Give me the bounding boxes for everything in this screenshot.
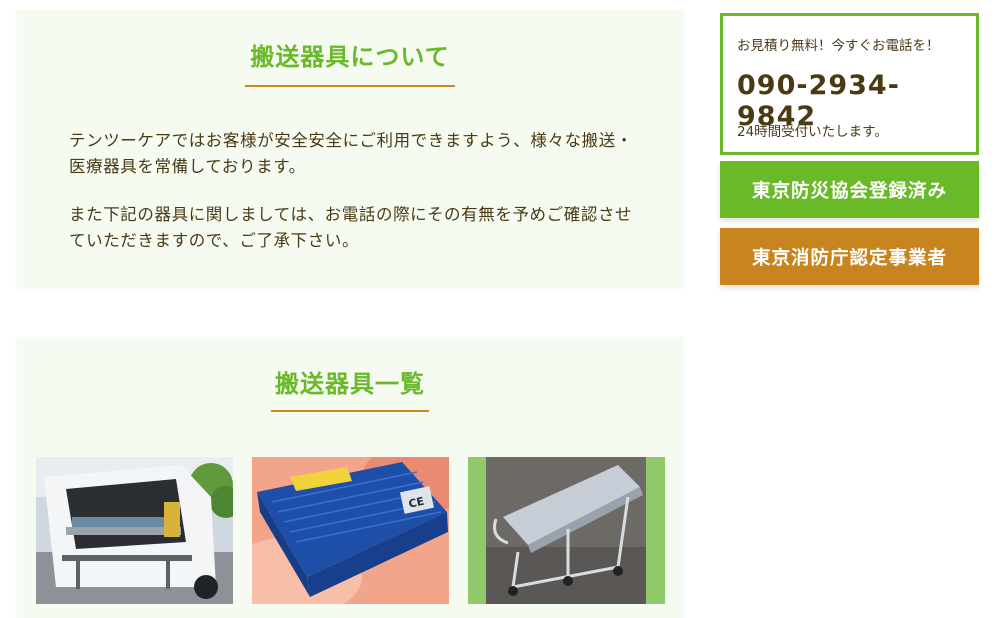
about-title-underline	[245, 85, 455, 87]
about-paragraph-1: テンツーケアではお客様が安全安全にご利用できますよう、様々な搬送・医療器具を常備…	[69, 131, 633, 176]
contact-box: お見積り無料！今すぐお電話を！ 090-2934-9842 24時間受付いたしま…	[720, 13, 979, 155]
contact-hours-text: 24時間受付いたします。	[737, 124, 888, 140]
ambulance-stretcher-photo[interactable]	[36, 457, 233, 604]
about-section: 搬送器具について テンツーケアではお客様が安全安全にご利用できますよう、様々な搬…	[17, 10, 683, 288]
stretcher-cart-photo[interactable]	[468, 457, 665, 604]
fire-department-button[interactable]: 東京消防庁認定事業者	[720, 228, 979, 285]
about-paragraph-2: また下記の器具に関しましては、お電話の際にその有無を予めご確認させていただきます…	[69, 205, 633, 250]
contact-lead-text: お見積り無料！今すぐお電話を！	[737, 38, 940, 54]
bousai-association-button[interactable]: 東京防災協会登録済み	[720, 161, 979, 218]
about-title: 搬送器具について	[250, 43, 450, 71]
power-inverter-photo[interactable]: CE	[252, 457, 449, 604]
equipment-section: 搬送器具一覧 CE	[17, 337, 683, 618]
equipment-title-underline	[271, 410, 429, 412]
page: 搬送器具について テンツーケアではお客様が安全安全にご利用できますよう、様々な搬…	[0, 0, 1000, 618]
equipment-title: 搬送器具一覧	[275, 370, 425, 398]
